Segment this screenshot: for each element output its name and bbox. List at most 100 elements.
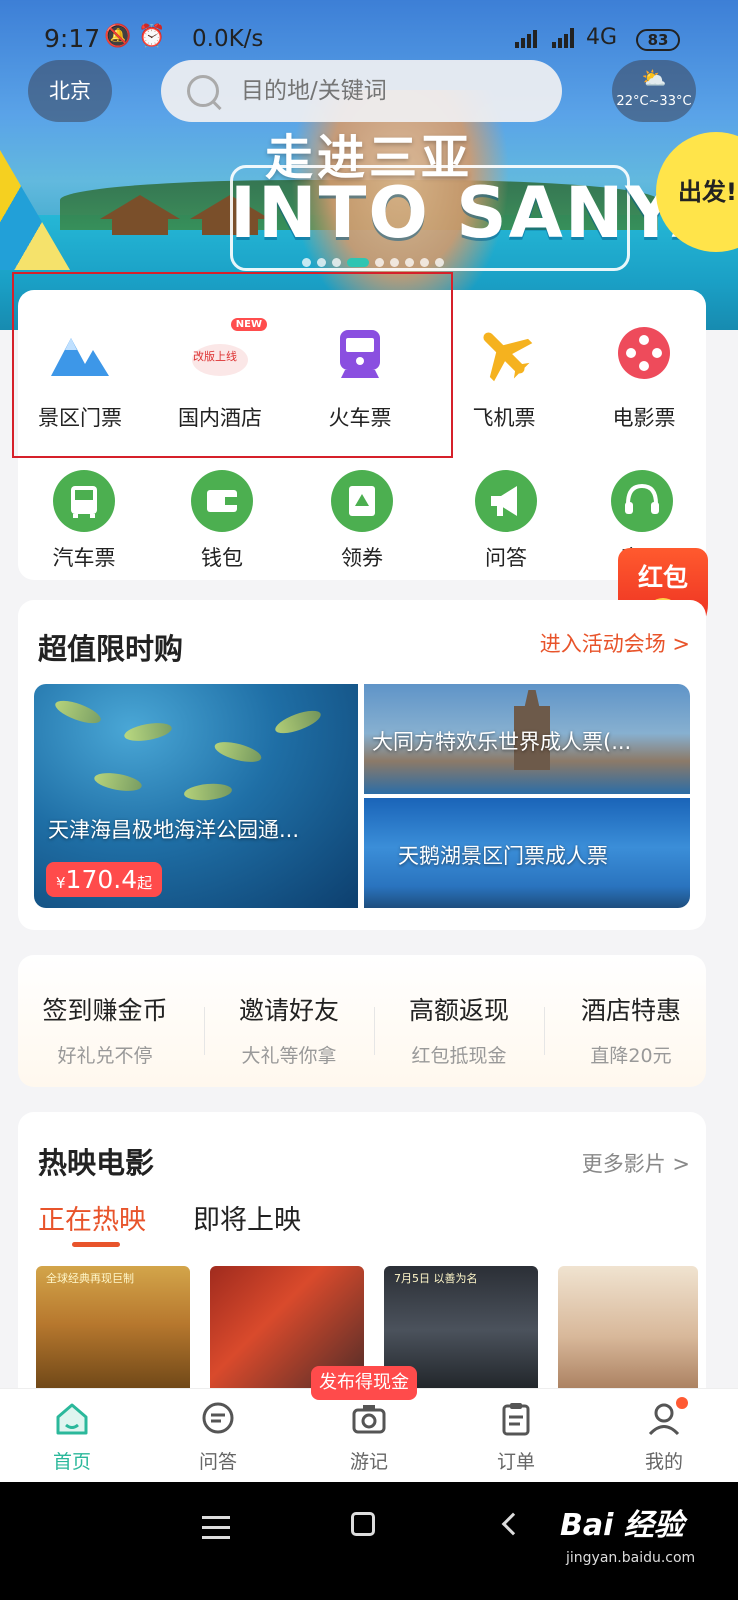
- chat-icon: [198, 1399, 238, 1439]
- tab-coming-soon[interactable]: 即将上映: [193, 1198, 301, 1237]
- divider: [544, 1007, 545, 1055]
- notification-dot: [676, 1397, 688, 1409]
- category-label: 汽车票: [52, 546, 116, 570]
- pagination-dot: [317, 258, 326, 267]
- activity-title: 高额返现: [408, 996, 509, 1025]
- category-bus-tickets[interactable]: 汽车票: [24, 470, 144, 572]
- tab-label: 游记: [349, 1451, 388, 1473]
- sale-item-name: 天鹅湖景区门票成人票: [398, 844, 608, 868]
- category-wallet[interactable]: 钱包: [162, 470, 282, 572]
- search-bar[interactable]: [161, 60, 562, 122]
- pagination-dot: [435, 258, 444, 267]
- bell-muted-icon: 🔕: [104, 24, 132, 49]
- signal-icon: [515, 28, 537, 48]
- tab-label: 问答: [198, 1451, 237, 1473]
- price-suffix: 起: [137, 874, 153, 892]
- film-reel-icon: [611, 320, 677, 386]
- activity-cashback[interactable]: 高额返现 红包抵现金: [374, 991, 544, 1068]
- weather-widget[interactable]: ⛅ 22°C~33°C: [612, 60, 696, 122]
- camera-icon: [349, 1399, 389, 1439]
- home-square-icon[interactable]: [351, 1512, 375, 1536]
- fish-graphic: [212, 738, 264, 766]
- pagination-dot: [332, 258, 341, 267]
- movie-poster[interactable]: [558, 1266, 698, 1394]
- activity-subtitle: 直降20元: [590, 1045, 672, 1067]
- menu-icon[interactable]: [202, 1516, 230, 1546]
- pagination-dot: [420, 258, 429, 267]
- sale-item-aquarium[interactable]: 天津海昌极地海洋公园通... ¥170.4起: [34, 684, 358, 908]
- bus-icon: [53, 470, 115, 532]
- watermark-logo: Bai 经验: [560, 1508, 684, 1543]
- wallet-icon: [191, 470, 253, 532]
- poster-caption: 全球经典再现巨制: [46, 1272, 134, 1285]
- weather-temp: 22°C~33°C: [616, 94, 692, 109]
- activity-hotel-deal[interactable]: 酒店特惠 直降20元: [546, 991, 716, 1068]
- category-qa[interactable]: 问答: [446, 470, 566, 572]
- tab-travel-notes[interactable]: 游记: [309, 1399, 429, 1474]
- city-selector[interactable]: 北京: [28, 60, 112, 122]
- megaphone-icon: [475, 470, 537, 532]
- activity-invite[interactable]: 邀请好友 大礼等你拿: [204, 991, 374, 1068]
- pagination-dot: [302, 258, 311, 267]
- activity-subtitle: 大礼等你拿: [241, 1045, 337, 1067]
- category-label: 领券: [341, 546, 383, 570]
- section-title: 热映电影: [38, 1146, 155, 1180]
- red-envelope-label: 红包: [637, 563, 688, 592]
- category-label: 钱包: [201, 546, 243, 570]
- category-coupons[interactable]: 领券: [302, 470, 422, 572]
- sale-item-swan-lake[interactable]: 天鹅湖景区门票成人票: [364, 798, 690, 908]
- battery-icon: 83: [636, 29, 680, 51]
- flash-sale-section: 超值限时购 进入活动会场 > 天津海昌极地海洋公园通... ¥170.4起 大同…: [18, 600, 706, 930]
- tab-home[interactable]: 首页: [12, 1399, 132, 1474]
- tab-label: 首页: [52, 1451, 91, 1473]
- pagination-dot: [375, 258, 384, 267]
- tab-orders[interactable]: 订单: [456, 1399, 576, 1474]
- currency-symbol: ¥: [56, 874, 66, 892]
- status-network: 4G: [586, 25, 618, 50]
- tab-profile[interactable]: 我的: [604, 1397, 724, 1474]
- activity-subtitle: 好礼兑不停: [57, 1045, 153, 1067]
- activity-checkin[interactable]: 签到赚金币 好礼兑不停: [20, 991, 190, 1068]
- bottom-tab-bar: 首页 问答 游记 订单 我的: [0, 1388, 738, 1482]
- status-net-speed: 0.0K/s: [192, 26, 264, 52]
- price-value: 170.4: [65, 865, 138, 894]
- category-label: 飞机票: [472, 406, 536, 430]
- category-label: 电影票: [612, 406, 676, 430]
- banner-title-en: INTO SANYA: [230, 172, 728, 254]
- status-time: 9:17: [44, 24, 101, 53]
- active-tab-indicator: [72, 1242, 120, 1247]
- clipboard-icon: [496, 1399, 536, 1439]
- fish-graphic: [183, 781, 233, 803]
- tab-qa[interactable]: 问答: [158, 1399, 278, 1474]
- tab-label: 订单: [496, 1451, 535, 1473]
- home-icon: [52, 1399, 92, 1439]
- fish-graphic: [52, 696, 104, 728]
- headset-icon: [611, 470, 673, 532]
- back-icon[interactable]: [501, 1512, 525, 1536]
- sale-item-fantawild[interactable]: 大同方特欢乐世界成人票(...: [364, 684, 690, 794]
- partly-cloudy-icon: ⛅: [641, 66, 667, 90]
- banner-pagination: [302, 258, 444, 267]
- annotation-highlight-box: [12, 272, 453, 458]
- post-for-cash-badge[interactable]: 发布得现金: [311, 1366, 417, 1400]
- sale-item-name: 天津海昌极地海洋公园通...: [48, 818, 300, 842]
- status-bar: 9:17 🔕 ⏰ 0.0K/s 4G 83: [0, 0, 738, 60]
- search-input[interactable]: [241, 70, 541, 112]
- category-flights[interactable]: 飞机票: [444, 320, 564, 432]
- plane-icon: [471, 320, 537, 386]
- tab-now-showing[interactable]: 正在热映: [38, 1198, 146, 1237]
- more-movies-link[interactable]: 更多影片 >: [582, 1148, 690, 1178]
- fish-graphic: [122, 719, 174, 745]
- pagination-dot-active: [347, 258, 369, 267]
- enter-event-link[interactable]: 进入活动会场 >: [540, 628, 690, 658]
- movie-poster[interactable]: 全球经典再现巨制: [36, 1266, 190, 1394]
- activity-title: 邀请好友: [238, 996, 339, 1025]
- tab-label: 我的: [644, 1451, 683, 1473]
- activity-title: 签到赚金币: [42, 996, 168, 1025]
- activity-strip: 签到赚金币 好礼兑不停 邀请好友 大礼等你拿 高额返现 红包抵现金 酒店特惠 直…: [18, 955, 706, 1087]
- fish-graphic: [272, 706, 324, 738]
- price-tag: ¥170.4起: [46, 862, 163, 897]
- signal-hd-icon: [552, 28, 574, 48]
- category-movie-tickets[interactable]: 电影票: [584, 320, 704, 432]
- coupon-icon: [331, 470, 393, 532]
